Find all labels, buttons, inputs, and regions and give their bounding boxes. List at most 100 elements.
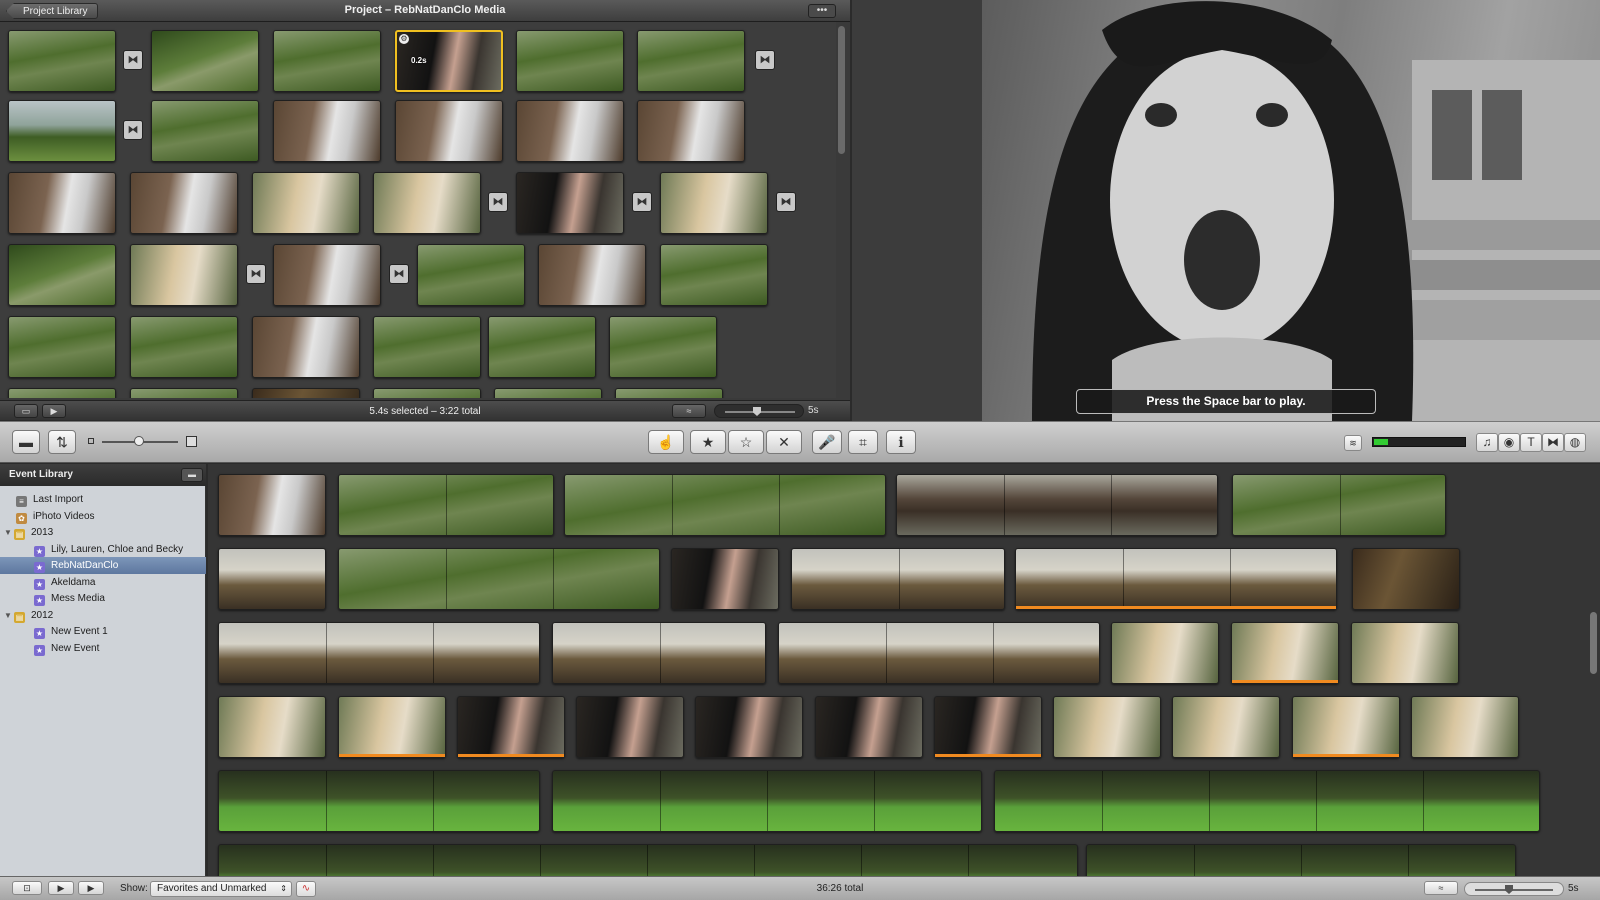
event-filmstrip[interactable]	[218, 474, 326, 536]
thumbnail-size-knob[interactable]	[134, 436, 144, 446]
play-event-fullscreen-icon[interactable]: ▶	[48, 881, 74, 895]
event-library-item[interactable]: ★ Akeldama	[0, 574, 206, 591]
event-filmstrip[interactable]	[338, 474, 554, 536]
event-filmstrip[interactable]	[218, 770, 540, 832]
event-filmstrip[interactable]	[218, 696, 326, 758]
project-clip[interactable]	[273, 30, 381, 92]
project-clip[interactable]	[615, 388, 723, 398]
project-clip[interactable]	[417, 244, 525, 306]
project-storyboard[interactable]: ⧓ 0.2s ⚙ ⧓ ⧓ ⧓ ⧓ ⧓ ⧓ ⧓	[0, 22, 836, 398]
music-icon[interactable]: ♫	[1476, 433, 1498, 452]
event-filmstrip[interactable]	[1232, 474, 1446, 536]
project-clip[interactable]	[130, 172, 238, 234]
swap-events-projects-icon[interactable]: ⇅	[48, 430, 76, 454]
project-clip[interactable]	[151, 30, 259, 92]
project-clip[interactable]	[8, 316, 116, 378]
project-clip[interactable]	[488, 316, 596, 378]
favorite-star-icon[interactable]: ★	[690, 430, 726, 454]
transition-icon[interactable]: ⧓	[389, 264, 409, 284]
project-clip[interactable]	[637, 100, 745, 162]
crop-icon[interactable]: ⌗	[848, 430, 878, 454]
viewer-pane[interactable]	[852, 0, 1600, 421]
project-library-button[interactable]: Project Library	[6, 3, 99, 19]
event-library-item[interactable]: ▼ ▤ 2013	[0, 524, 206, 541]
transition-icon[interactable]: ⧓	[755, 50, 775, 70]
project-clip[interactable]	[609, 316, 717, 378]
event-filmstrip[interactable]	[1411, 696, 1519, 758]
transition-icon[interactable]: ⧓	[123, 50, 143, 70]
project-clip[interactable]	[660, 244, 768, 306]
event-filmstrip[interactable]	[778, 622, 1100, 684]
event-library-item[interactable]: ★ Lily, Lauren, Chloe and Becky	[0, 541, 206, 558]
project-clip[interactable]	[494, 388, 602, 398]
event-library-item[interactable]: ★ RebNatDanClo	[0, 557, 206, 574]
event-filmstrip[interactable]	[457, 696, 565, 758]
project-clip[interactable]	[8, 100, 116, 162]
clip-settings-gear-icon[interactable]: ⚙	[399, 34, 409, 44]
event-browser[interactable]	[208, 464, 1600, 876]
event-filmstrip[interactable]	[1292, 696, 1400, 758]
event-filmstrip[interactable]	[338, 548, 660, 610]
project-clip[interactable]	[130, 388, 238, 398]
project-clip[interactable]	[516, 172, 624, 234]
event-filmstrip[interactable]	[1352, 548, 1460, 610]
project-clip[interactable]	[395, 100, 503, 162]
event-filmstrip[interactable]	[218, 622, 540, 684]
event-filmstrip[interactable]	[1351, 622, 1459, 684]
event-browser-scrollbar[interactable]	[1590, 612, 1597, 674]
event-filmstrip[interactable]	[338, 696, 446, 758]
event-filmstrip[interactable]	[564, 474, 886, 536]
project-library-toggle-icon[interactable]: ▬	[12, 430, 40, 454]
event-filmstrip[interactable]	[934, 696, 1042, 758]
project-clip[interactable]	[273, 244, 381, 306]
project-clip[interactable]	[8, 388, 116, 398]
event-filmstrip[interactable]	[1053, 696, 1161, 758]
event-filmstrip[interactable]	[218, 548, 326, 610]
play-event-icon[interactable]: ▶	[78, 881, 104, 895]
event-filmstrip[interactable]	[1172, 696, 1280, 758]
transition-icon[interactable]: ⧓	[632, 192, 652, 212]
event-library-item[interactable]: ★ New Event	[0, 640, 206, 657]
slider-knob[interactable]	[753, 407, 761, 416]
event-filmstrip[interactable]	[1111, 622, 1219, 684]
project-clip[interactable]	[252, 388, 360, 398]
event-filmstrip[interactable]	[552, 770, 982, 832]
event-zoom-slider[interactable]	[1464, 882, 1564, 896]
project-clip[interactable]	[373, 316, 481, 378]
event-filmstrip[interactable]	[695, 696, 803, 758]
audio-skimming-icon[interactable]: ≋	[1344, 435, 1362, 451]
unmark-star-icon[interactable]: ☆	[728, 430, 764, 454]
photo-camera-icon[interactable]: ◉	[1498, 433, 1520, 452]
waveform-toggle-icon[interactable]: ∿	[296, 881, 316, 897]
project-clip[interactable]	[516, 100, 624, 162]
project-clip[interactable]	[252, 316, 360, 378]
project-scrollbar[interactable]	[838, 26, 845, 154]
transition-icon[interactable]: ⧓	[776, 192, 796, 212]
event-filmstrip[interactable]	[1086, 844, 1516, 876]
maps-globe-icon[interactable]: ◍	[1564, 433, 1586, 452]
event-filmstrip[interactable]	[552, 622, 766, 684]
disclosure-triangle-icon[interactable]: ▼	[4, 607, 14, 624]
project-clip[interactable]	[8, 172, 116, 234]
project-clip[interactable]	[130, 316, 238, 378]
project-options-button[interactable]: •••	[808, 4, 836, 18]
audio-waveform-button[interactable]: ≈	[672, 404, 706, 418]
title-text-icon[interactable]: T	[1520, 433, 1542, 452]
event-library-item[interactable]: ▼ ▤ 2012	[0, 607, 206, 624]
slider-knob[interactable]	[1505, 885, 1513, 894]
project-clip[interactable]	[373, 172, 481, 234]
project-clip[interactable]	[8, 30, 116, 92]
event-filmstrip[interactable]	[1015, 548, 1337, 610]
event-filmstrip[interactable]	[671, 548, 779, 610]
event-filmstrip[interactable]	[815, 696, 923, 758]
voiceover-mic-icon[interactable]: 🎤	[812, 430, 842, 454]
play-fullscreen-button[interactable]: ▭	[14, 404, 38, 418]
project-clip[interactable]	[130, 244, 238, 306]
reject-icon[interactable]: ✕	[766, 430, 802, 454]
disclosure-triangle-icon[interactable]: ▼	[4, 524, 14, 541]
project-clip[interactable]	[151, 100, 259, 162]
audio-waveform-button[interactable]: ≈	[1424, 881, 1458, 895]
project-clip[interactable]	[273, 100, 381, 162]
project-zoom-slider[interactable]	[714, 404, 804, 418]
project-clip[interactable]	[637, 30, 745, 92]
